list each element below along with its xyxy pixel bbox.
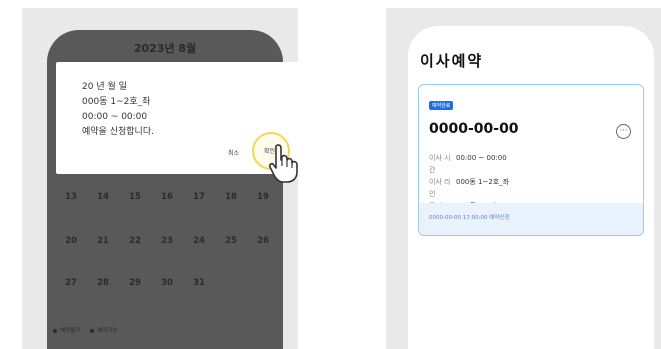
calendar-week-row: 27 28 29 30 31 <box>55 278 279 288</box>
dialog-request-line: 예약을 신청합니다. <box>82 127 154 137</box>
detail-value: 00:00 ~ 00:00 <box>456 154 507 162</box>
calendar-day[interactable]: 17 <box>183 192 215 202</box>
calendar-day[interactable]: 19 <box>247 192 279 202</box>
detail-value: 000동 1~2호_좌 <box>456 178 510 186</box>
legend-item: 예약불가 <box>53 326 80 334</box>
dialog-message: 20 년 월 일 000동 1~2호_좌 00:00 ~ 00:00 예약을 신… <box>82 80 154 140</box>
detail-label: 이사 시간 <box>429 154 451 174</box>
calendar-day[interactable]: 20 <box>55 236 87 246</box>
dialog-date-line: 20 년 월 일 <box>82 82 127 92</box>
reservation-phone: 이사예약 예약완료 0000-00-00 ··· 이사 시간 00:00 ~ 0… <box>408 26 654 349</box>
calendar-day[interactable]: 24 <box>183 236 215 246</box>
reservation-card[interactable]: 예약완료 0000-00-00 ··· 이사 시간 00:00 ~ 00:00 … <box>418 84 644 236</box>
calendar-day[interactable]: 29 <box>119 278 151 288</box>
dialog-time-line: 00:00 ~ 00:00 <box>82 112 148 122</box>
calendar-screenshot-panel: 2023년 8월 13 14 15 16 17 18 19 20 21 22 2… <box>22 8 298 349</box>
reservation-request-footer: 0000-00-00 17:00:00 예약신청 <box>419 203 643 235</box>
calendar-day[interactable]: 18 <box>215 192 247 202</box>
legend-available-label: 예약가능 <box>97 328 118 334</box>
more-options-icon[interactable]: ··· <box>616 124 631 139</box>
reservation-date: 0000-00-00 <box>429 121 519 137</box>
calendar-week-row: 20 21 22 23 24 25 26 <box>55 236 279 246</box>
calendar-day[interactable]: 25 <box>215 236 247 246</box>
page-title: 이사예약 <box>420 52 484 70</box>
pointing-hand-icon <box>268 144 298 183</box>
calendar-day[interactable]: 15 <box>119 192 151 202</box>
detail-label: 이사 라인 <box>429 178 451 198</box>
calendar-month-title: 2023년 8월 <box>133 42 197 55</box>
reservation-screenshot-panel: 이사예약 예약완료 0000-00-00 ··· 이사 시간 00:00 ~ 0… <box>386 8 661 349</box>
calendar-day[interactable]: 28 <box>87 278 119 288</box>
detail-row: 이사 시간 00:00 ~ 00:00 <box>429 152 509 176</box>
dialog-line-line: 000동 1~2호_좌 <box>82 97 151 107</box>
calendar-legend: 예약불가 예약가능 <box>53 326 118 334</box>
calendar-day[interactable]: 27 <box>55 278 87 288</box>
calendar-day[interactable]: 31 <box>183 278 215 288</box>
detail-row: 이사 라인 000동 1~2호_좌 <box>429 176 509 200</box>
calendar-day[interactable]: 21 <box>87 236 119 246</box>
calendar-day[interactable]: 30 <box>151 278 183 288</box>
calendar-day[interactable]: 13 <box>55 192 87 202</box>
status-badge: 예약완료 <box>429 101 454 110</box>
cancel-button[interactable]: 취소 <box>228 148 239 157</box>
calendar-day[interactable]: 22 <box>119 236 151 246</box>
confirm-reservation-dialog: 20 년 월 일 000동 1~2호_좌 00:00 ~ 00:00 예약을 신… <box>56 62 298 183</box>
calendar-day[interactable]: 14 <box>87 192 119 202</box>
calendar-week-row: 13 14 15 16 17 18 19 <box>55 192 279 202</box>
legend-dot-icon <box>53 328 57 333</box>
legend-dot-icon <box>90 328 95 333</box>
calendar-day[interactable]: 23 <box>151 236 183 246</box>
legend-unavailable-label: 예약불가 <box>60 328 81 334</box>
calendar-day[interactable]: 26 <box>247 236 279 246</box>
calendar-day[interactable]: 16 <box>151 192 183 202</box>
legend-item: 예약가능 <box>90 326 118 334</box>
